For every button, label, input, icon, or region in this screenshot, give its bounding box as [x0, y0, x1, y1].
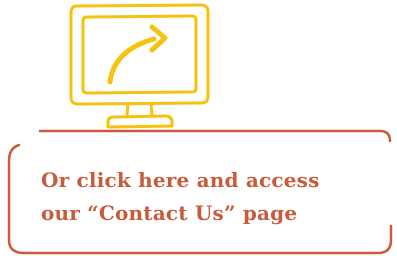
monitor-arrow-icon: [69, 3, 210, 129]
contact-cta-widget: Or click here and access our “Contact Us…: [0, 0, 397, 256]
contact-us-link[interactable]: Or click here and access our “Contact Us…: [41, 164, 386, 230]
cta-line-1[interactable]: Or click here and access: [41, 164, 386, 197]
cta-line-2[interactable]: our “Contact Us” page: [41, 197, 386, 230]
